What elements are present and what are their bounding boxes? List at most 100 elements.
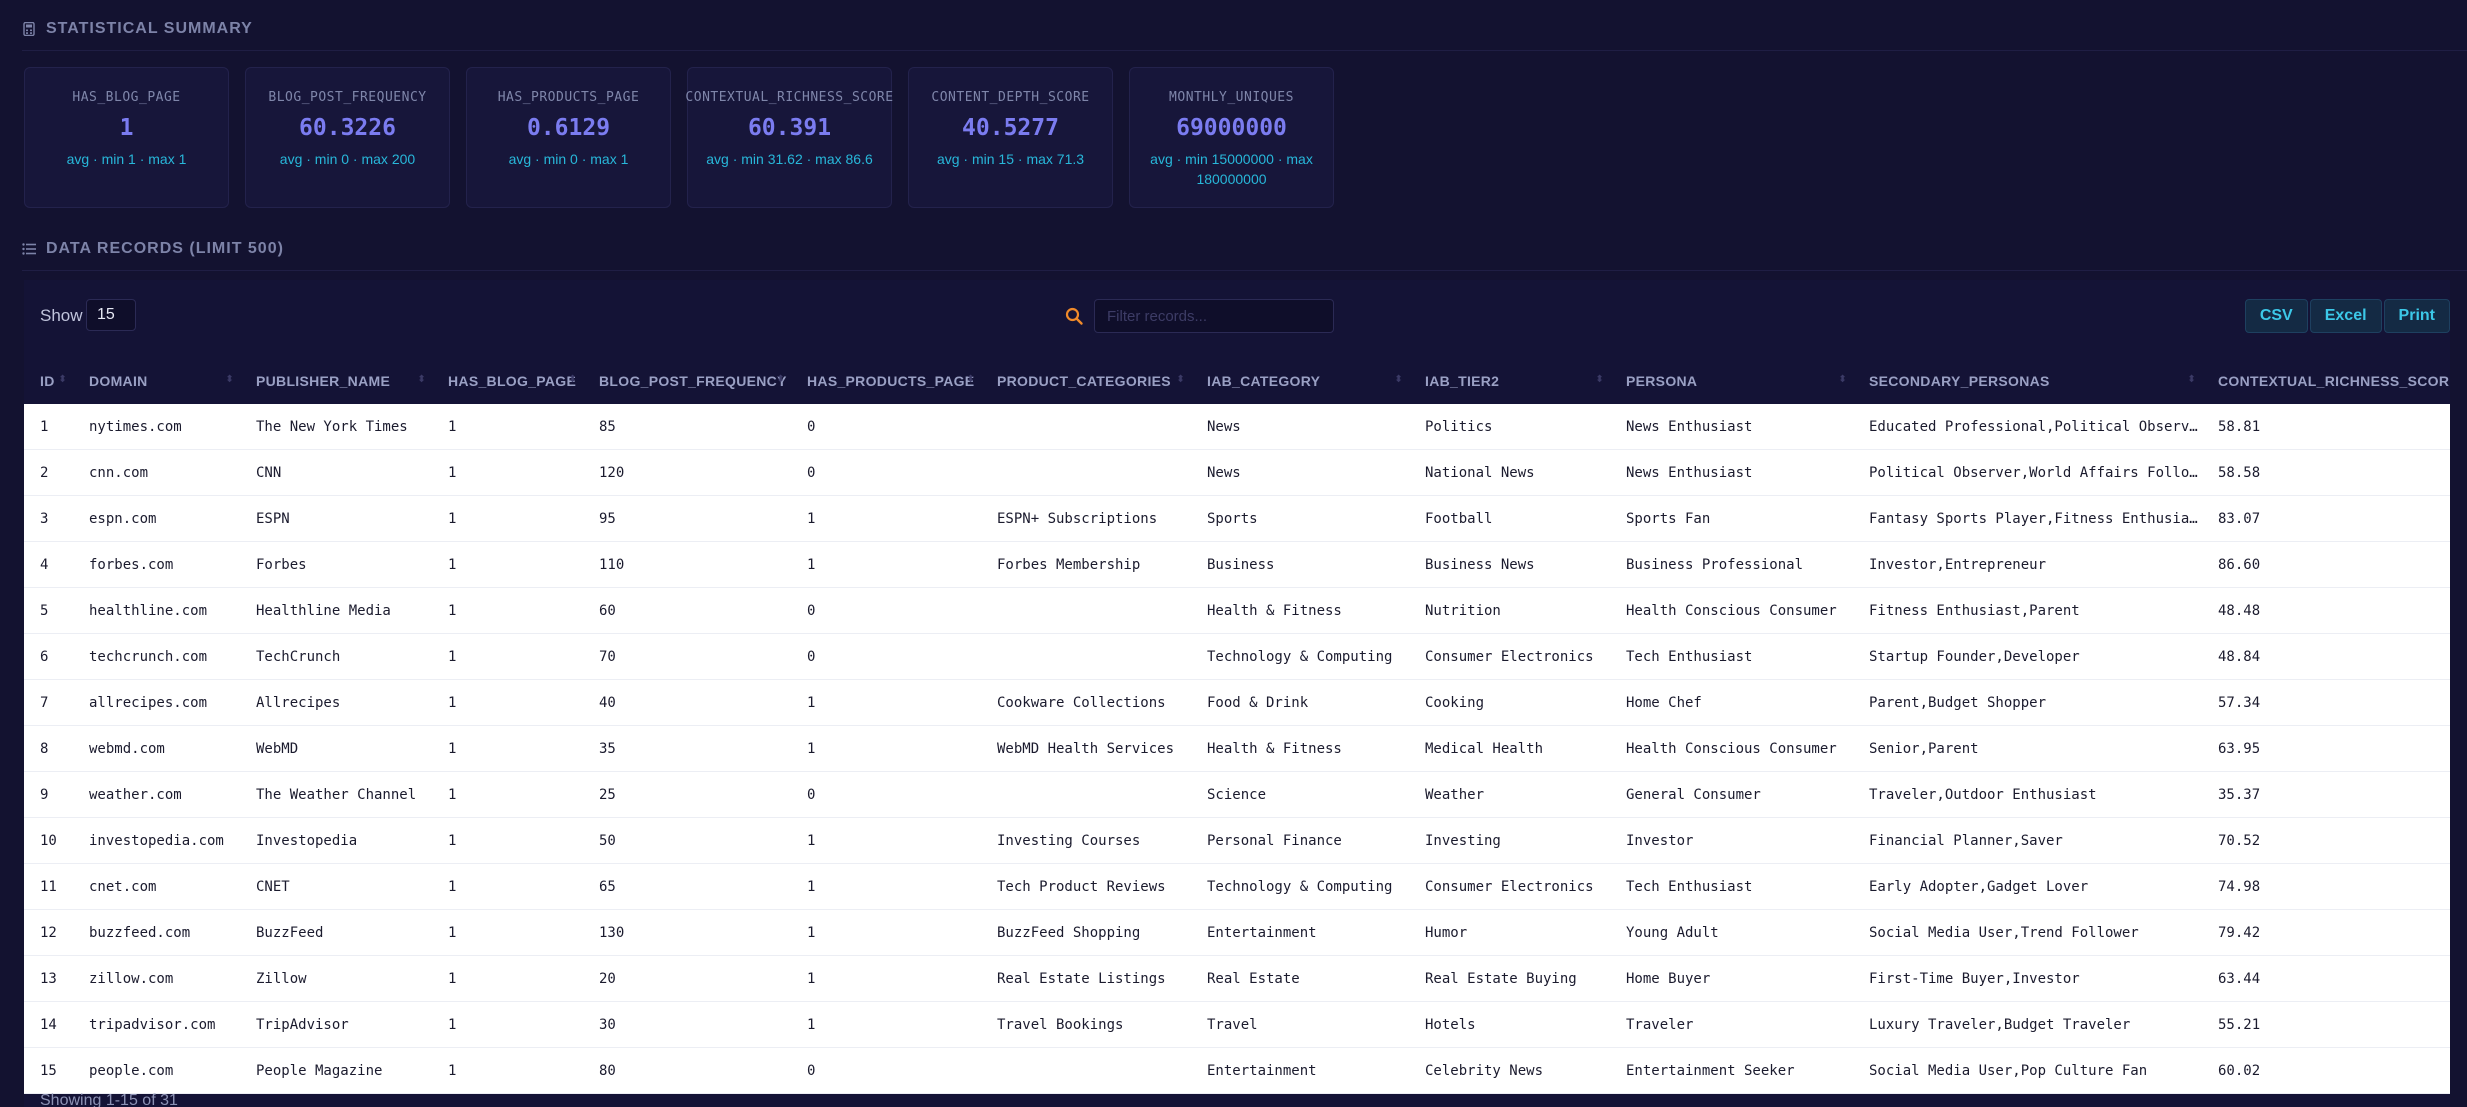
- table-row[interactable]: 13 zillow.com Zillow 1 20 1 Real Estate Listin…: [24, 955, 2450, 1002]
- table-cell: Real Estate: [1191, 955, 1409, 1002]
- table-row[interactable]: 9 weather.com The Weather Channel 1 25 0 Scien…: [24, 771, 2450, 818]
- table-cell: 0: [791, 1047, 981, 1094]
- table-cell: 80: [583, 1047, 791, 1094]
- column-header-iab-tier2[interactable]: IAB_TIER2 ⬍: [1409, 358, 1610, 404]
- column-header-publisher-name[interactable]: PUBLISHER_NAME ⬍: [240, 358, 432, 404]
- table-row[interactable]: 10 investopedia.com Investopedia 1 50 1 Invest…: [24, 817, 2450, 864]
- sort-icon: ⬍: [1595, 374, 1604, 385]
- table-row[interactable]: 12 buzzfeed.com BuzzFeed 1 130 1 BuzzFeed Shop…: [24, 909, 2450, 956]
- table-cell: 25: [583, 771, 791, 818]
- excel-button[interactable]: Excel: [2309, 299, 2382, 333]
- records-divider: [22, 270, 2467, 271]
- table-row[interactable]: 6 techcrunch.com TechCrunch 1 70 0 Technology …: [24, 633, 2450, 680]
- statistical-summary-header: STATISTICAL SUMMARY: [22, 20, 253, 38]
- table-cell: 1: [432, 1001, 583, 1048]
- table-cell: [981, 404, 1191, 450]
- table-cell: allrecipes.com: [73, 679, 240, 726]
- table-cell: Business Professional: [1610, 541, 1853, 588]
- table-cell: Political Observer,World Affairs Followe…: [1853, 449, 2202, 496]
- table-cell: webmd.com: [73, 725, 240, 772]
- table-cell: 35.37: [2202, 771, 2450, 818]
- column-header-contextual-richness-score[interactable]: CONTEXTUAL_RICHNESS_SCORE: [2202, 358, 2450, 404]
- table-cell: Health Conscious Consumer: [1610, 587, 1853, 634]
- table-cell: 20: [583, 955, 791, 1002]
- table-cell: Celebrity News: [1409, 1047, 1610, 1094]
- table-cell: 0: [791, 449, 981, 496]
- column-header-has-blog-page[interactable]: HAS_BLOG_PAGE ⬍: [432, 358, 583, 404]
- table-cell: 63.95: [2202, 725, 2450, 772]
- table-cell: forbes.com: [73, 541, 240, 588]
- table-cell: Real Estate Buying: [1409, 955, 1610, 1002]
- table-cell: 74.98: [2202, 863, 2450, 910]
- sort-icon: ⬍: [568, 374, 577, 385]
- table-cell: 14: [24, 1001, 73, 1048]
- table-cell: Humor: [1409, 909, 1610, 956]
- stat-card-value: 0.6129: [526, 115, 611, 141]
- table-row[interactable]: 14 tripadvisor.com TripAdvisor 1 30 1 Travel B…: [24, 1001, 2450, 1048]
- table-cell: 9: [24, 771, 73, 818]
- table-row[interactable]: 5 healthline.com Healthline Media 1 60 0 Healt…: [24, 587, 2450, 634]
- table-cell: The Weather Channel: [240, 771, 432, 818]
- table-cell: 12: [24, 909, 73, 956]
- stat-card-label: HAS_PRODUCTS_PAGE: [497, 90, 640, 105]
- table-cell: CNET: [240, 863, 432, 910]
- table-row[interactable]: 4 forbes.com Forbes 1 110 1 Forbes Membership B…: [24, 541, 2450, 588]
- table-cell: People Magazine: [240, 1047, 432, 1094]
- table-cell: Traveler,Outdoor Enthusiast: [1853, 771, 2202, 818]
- table-cell: Luxury Traveler,Budget Traveler: [1853, 1001, 2202, 1048]
- sort-icon: ⬍: [1176, 374, 1185, 385]
- table-row[interactable]: 11 cnet.com CNET 1 65 1 Tech Product Reviews Te…: [24, 863, 2450, 910]
- table-cell: 0: [791, 633, 981, 680]
- header-row: ID ⬍ DOMAIN ⬍ PUBLISHER_NAME ⬍ HAS_BLOG_PAGE ⬍ B…: [24, 358, 2450, 404]
- table-cell: News: [1191, 449, 1409, 496]
- column-header-id[interactable]: ID ⬍: [24, 358, 73, 404]
- stat-card: HAS_BLOG_PAGE 1 avg · min 1 · max 1: [24, 67, 229, 208]
- sort-icon: ⬍: [776, 374, 785, 385]
- table-row[interactable]: 7 allrecipes.com Allrecipes 1 40 1 Cookware Co…: [24, 679, 2450, 726]
- table-row[interactable]: 8 webmd.com WebMD 1 35 1 WebMD Health Services…: [24, 725, 2450, 772]
- print-button[interactable]: Print: [2383, 299, 2450, 333]
- table-row[interactable]: 3 espn.com ESPN 1 95 1 ESPN+ Subscriptions Spor…: [24, 495, 2450, 542]
- csv-button[interactable]: CSV: [2244, 299, 2308, 333]
- table-row[interactable]: 1 nytimes.com The New York Times 1 85 0 News Po…: [24, 404, 2450, 450]
- column-header-label: CONTEXTUAL_RICHNESS_SCORE: [2218, 373, 2450, 389]
- table-cell: CNN: [240, 449, 432, 496]
- column-header-persona[interactable]: PERSONA ⬍: [1610, 358, 1853, 404]
- table-cell: Entertainment: [1191, 1047, 1409, 1094]
- column-header-blog-post-frequency[interactable]: BLOG_POST_FREQUENCY ⬍: [583, 358, 791, 404]
- table-cell: Health Conscious Consumer: [1610, 725, 1853, 772]
- table-cell: 1: [432, 817, 583, 864]
- column-header-secondary-personas[interactable]: SECONDARY_PERSONAS ⬍: [1853, 358, 2202, 404]
- table-cell: 60: [583, 587, 791, 634]
- table-cell: 1: [432, 404, 583, 450]
- column-header-label: HAS_BLOG_PAGE: [448, 373, 577, 389]
- column-header-domain[interactable]: DOMAIN ⬍: [73, 358, 240, 404]
- table-row[interactable]: 15 people.com People Magazine 1 80 0 Entertain…: [24, 1047, 2450, 1094]
- table-cell: 110: [583, 541, 791, 588]
- table-cell: 1: [791, 955, 981, 1002]
- table-cell: Food & Drink: [1191, 679, 1409, 726]
- table-cell: 55.21: [2202, 1001, 2450, 1048]
- table-cell: 86.60: [2202, 541, 2450, 588]
- table-cell: Investor,Entrepreneur: [1853, 541, 2202, 588]
- column-header-product-categories[interactable]: PRODUCT_CATEGORIES ⬍: [981, 358, 1191, 404]
- table-cell: Consumer Electronics: [1409, 863, 1610, 910]
- table-cell: 1: [791, 725, 981, 772]
- table-cell: Fantasy Sports Player,Fitness Enthusiast: [1853, 495, 2202, 542]
- table-cell: Forbes: [240, 541, 432, 588]
- table-cell: BuzzFeed: [240, 909, 432, 956]
- column-header-has-products-page[interactable]: HAS_PRODUCTS_PAGE ⬍: [791, 358, 981, 404]
- export-buttons: CSV Excel Print: [2244, 299, 2450, 333]
- data-records-title: DATA RECORDS (LIMIT 500): [46, 240, 284, 257]
- column-header-iab-category[interactable]: IAB_CATEGORY ⬍: [1191, 358, 1409, 404]
- table-cell: [981, 633, 1191, 680]
- column-header-label: SECONDARY_PERSONAS: [1869, 373, 2050, 389]
- column-header-label: HAS_PRODUCTS_PAGE: [807, 373, 975, 389]
- page-size-select[interactable]: 15: [86, 299, 136, 331]
- table-cell: 0: [791, 404, 981, 450]
- table-cell: 8: [24, 725, 73, 772]
- filter-records-input[interactable]: [1094, 299, 1334, 333]
- table-cell: Senior,Parent: [1853, 725, 2202, 772]
- table-row[interactable]: 2 cnn.com CNN 1 120 0 News National News News En…: [24, 449, 2450, 496]
- table-cell: 35: [583, 725, 791, 772]
